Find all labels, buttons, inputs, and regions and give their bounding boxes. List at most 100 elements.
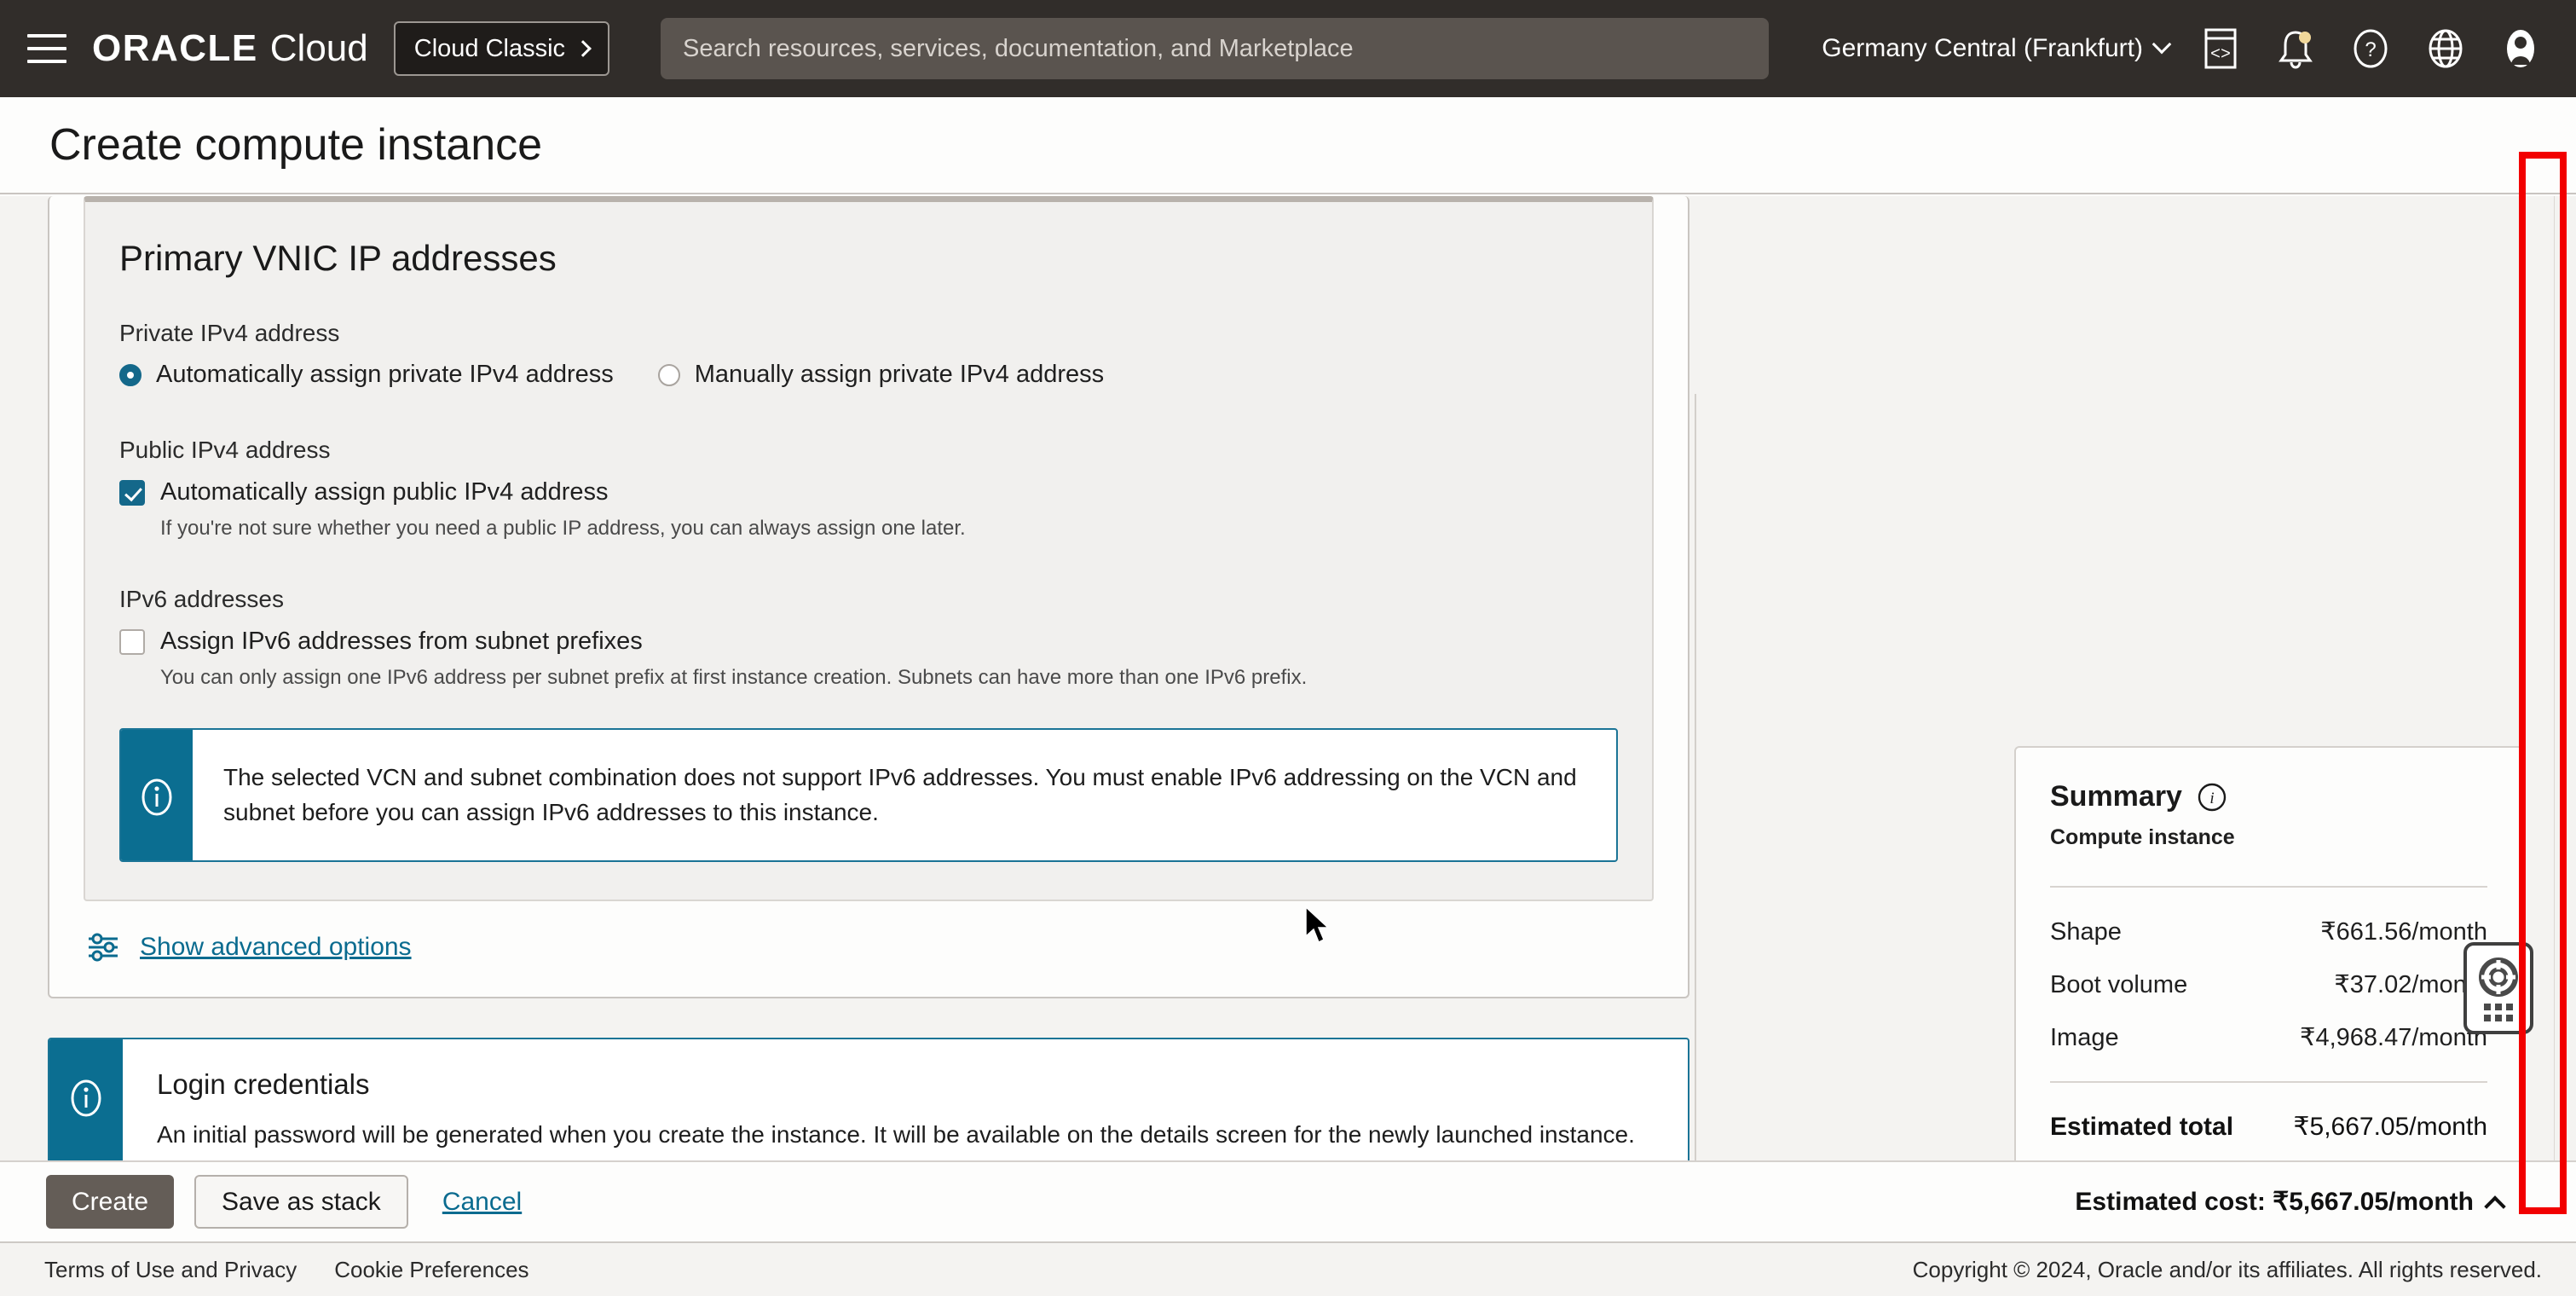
checkbox-label: Assign IPv6 addresses from subnet prefix… bbox=[160, 627, 643, 657]
drag-dot bbox=[2484, 1004, 2491, 1010]
life-ring-support-icon bbox=[2477, 956, 2520, 998]
estimated-cost-toggle[interactable]: Estimated cost: ₹5,667.05/month bbox=[2075, 1187, 2544, 1217]
summary-row-label: Shape bbox=[2050, 918, 2122, 946]
ipv6-info-banner: The selected VCN and subnet combination … bbox=[119, 728, 1618, 862]
summary-total-row: Estimated total ₹5,667.05/month bbox=[2050, 1112, 2487, 1142]
drag-dot bbox=[2506, 1004, 2513, 1010]
radio-auto-private-ipv4[interactable]: Automatically assign private IPv4 addres… bbox=[119, 361, 614, 389]
region-label: Germany Central (Frankfurt) bbox=[1822, 34, 2143, 63]
page-vertical-scrollbar[interactable] bbox=[2554, 196, 2576, 1185]
public-ipv4-label: Public IPv4 address bbox=[119, 437, 1618, 464]
drag-dot bbox=[2495, 1004, 2502, 1010]
radio-indicator bbox=[658, 364, 680, 386]
search-input[interactable] bbox=[661, 18, 1769, 79]
summary-header: Summary i bbox=[2050, 780, 2487, 813]
summary-row-label: Image bbox=[2050, 1024, 2119, 1052]
chevron-up-icon bbox=[2484, 1195, 2505, 1217]
svg-text:?: ? bbox=[2365, 38, 2376, 61]
info-banner-rail bbox=[121, 730, 193, 860]
ipv6-label: IPv6 addresses bbox=[119, 586, 1618, 613]
cloud-classic-label: Cloud Classic bbox=[414, 35, 565, 63]
radio-manual-private-ipv4[interactable]: Manually assign private IPv4 address bbox=[658, 361, 1104, 389]
copyright-text: Copyright © 2024, Oracle and/or its affi… bbox=[1913, 1257, 2542, 1283]
page-content-scroll-area[interactable]: Primary VNIC IP addresses Private IPv4 a… bbox=[0, 196, 2576, 1185]
create-button[interactable]: Create bbox=[46, 1175, 174, 1229]
brand-oracle-text: ORACLE bbox=[92, 27, 258, 70]
drag-dot bbox=[2495, 1015, 2502, 1021]
summary-row: Shape ₹661.56/month bbox=[2050, 917, 2487, 946]
show-advanced-options-link: Show advanced options bbox=[140, 933, 412, 962]
drag-dot bbox=[2506, 1015, 2513, 1021]
chevron-down-icon bbox=[2152, 35, 2172, 55]
summary-divider bbox=[2050, 1081, 2487, 1083]
cloud-shell-icon[interactable]: <> bbox=[2198, 26, 2244, 72]
support-widget[interactable] bbox=[2463, 942, 2533, 1034]
summary-row-label: Boot volume bbox=[2050, 971, 2187, 999]
hamburger-line bbox=[27, 34, 66, 38]
notification-badge-dot bbox=[2299, 32, 2311, 43]
chevron-right-icon bbox=[575, 40, 592, 57]
page-footer: Terms of Use and Privacy Cookie Preferen… bbox=[0, 1241, 2576, 1296]
summary-total-value: ₹5,667.05/month bbox=[2293, 1112, 2487, 1142]
cookie-preferences-link[interactable]: Cookie Preferences bbox=[334, 1257, 528, 1283]
summary-row-value: ₹661.56/month bbox=[2320, 917, 2487, 946]
brand-cloud-text: Cloud bbox=[270, 27, 368, 70]
global-search-wrapper bbox=[661, 18, 1769, 79]
radio-label: Manually assign private IPv4 address bbox=[695, 361, 1104, 389]
sliders-settings-icon bbox=[87, 932, 121, 963]
user-avatar-icon[interactable] bbox=[2498, 26, 2544, 72]
drag-dots-handle[interactable] bbox=[2484, 1004, 2513, 1021]
ipv6-helper-text: You can only assign one IPv6 address per… bbox=[160, 664, 1618, 691]
primary-vnic-ip-panel: Primary VNIC IP addresses Private IPv4 a… bbox=[84, 196, 1654, 901]
global-header: ORACLE Cloud Cloud Classic Germany Centr… bbox=[0, 0, 2576, 97]
help-question-icon[interactable]: ? bbox=[2348, 26, 2394, 72]
radio-indicator bbox=[119, 364, 142, 386]
spacer bbox=[119, 541, 1618, 586]
info-banner-text: The selected VCN and subnet combination … bbox=[193, 730, 1616, 860]
summary-row: Boot volume ₹37.02/month bbox=[2050, 969, 2487, 999]
info-circle-icon bbox=[137, 776, 176, 819]
hamburger-menu-icon[interactable] bbox=[27, 34, 66, 63]
form-region-scroll-divider bbox=[1695, 394, 1696, 1185]
terms-of-use-link[interactable]: Terms of Use and Privacy bbox=[44, 1257, 297, 1283]
cancel-link[interactable]: Cancel bbox=[442, 1188, 522, 1217]
page-title-bar: Create compute instance bbox=[0, 97, 2576, 194]
summary-row-value: ₹4,968.47/month bbox=[2300, 1022, 2487, 1052]
checkbox-indicator bbox=[119, 480, 145, 506]
region-selector[interactable]: Germany Central (Frankfurt) bbox=[1822, 34, 2169, 63]
header-right-cluster: Germany Central (Frankfurt) <> bbox=[1822, 26, 2549, 72]
language-globe-icon[interactable] bbox=[2423, 26, 2469, 72]
checkbox-assign-ipv6[interactable]: Assign IPv6 addresses from subnet prefix… bbox=[119, 627, 1618, 657]
save-as-stack-button[interactable]: Save as stack bbox=[194, 1175, 408, 1229]
estimated-cost-label: Estimated cost: ₹5,667.05/month bbox=[2075, 1187, 2474, 1217]
drag-dot bbox=[2484, 1015, 2491, 1021]
checkbox-indicator bbox=[119, 629, 145, 655]
vnic-card: Primary VNIC IP addresses Private IPv4 a… bbox=[48, 196, 1689, 998]
private-ipv4-label: Private IPv4 address bbox=[119, 320, 1618, 347]
summary-subtitle: Compute instance bbox=[2050, 825, 2487, 850]
bottom-action-bar: Create Save as stack Cancel Estimated co… bbox=[0, 1160, 2576, 1241]
form-column: Primary VNIC IP addresses Private IPv4 a… bbox=[48, 196, 1689, 1170]
login-credentials-banner: Login credentials An initial password wi… bbox=[48, 1038, 1689, 1170]
summary-divider bbox=[2050, 886, 2487, 888]
login-banner-body: Login credentials An initial password wi… bbox=[123, 1039, 1688, 1168]
oracle-cloud-logo[interactable]: ORACLE Cloud bbox=[92, 27, 368, 70]
cloud-classic-button[interactable]: Cloud Classic bbox=[394, 21, 609, 76]
login-credentials-title: Login credentials bbox=[157, 1068, 1654, 1101]
hamburger-line bbox=[27, 47, 66, 50]
show-advanced-options-row[interactable]: Show advanced options bbox=[49, 901, 1688, 997]
checkbox-label: Automatically assign public IPv4 address bbox=[160, 477, 608, 507]
svg-text:<>: <> bbox=[2210, 45, 2231, 65]
radio-label: Automatically assign private IPv4 addres… bbox=[156, 361, 614, 389]
summary-total-label: Estimated total bbox=[2050, 1113, 2233, 1142]
info-circle-icon bbox=[66, 1077, 106, 1120]
hamburger-line bbox=[27, 60, 66, 63]
notifications-bell-icon[interactable] bbox=[2273, 26, 2319, 72]
private-ipv4-radio-group: Automatically assign private IPv4 addres… bbox=[119, 361, 1618, 389]
page-title: Create compute instance bbox=[49, 119, 542, 171]
login-banner-rail bbox=[49, 1039, 123, 1168]
panel-title: Primary VNIC IP addresses bbox=[119, 238, 1618, 279]
info-italic-icon[interactable]: i bbox=[2198, 783, 2227, 812]
checkbox-auto-public-ipv4[interactable]: Automatically assign public IPv4 address bbox=[119, 477, 1618, 507]
oracle-cloud-create-instance-page: ORACLE Cloud Cloud Classic Germany Centr… bbox=[0, 0, 2576, 1296]
